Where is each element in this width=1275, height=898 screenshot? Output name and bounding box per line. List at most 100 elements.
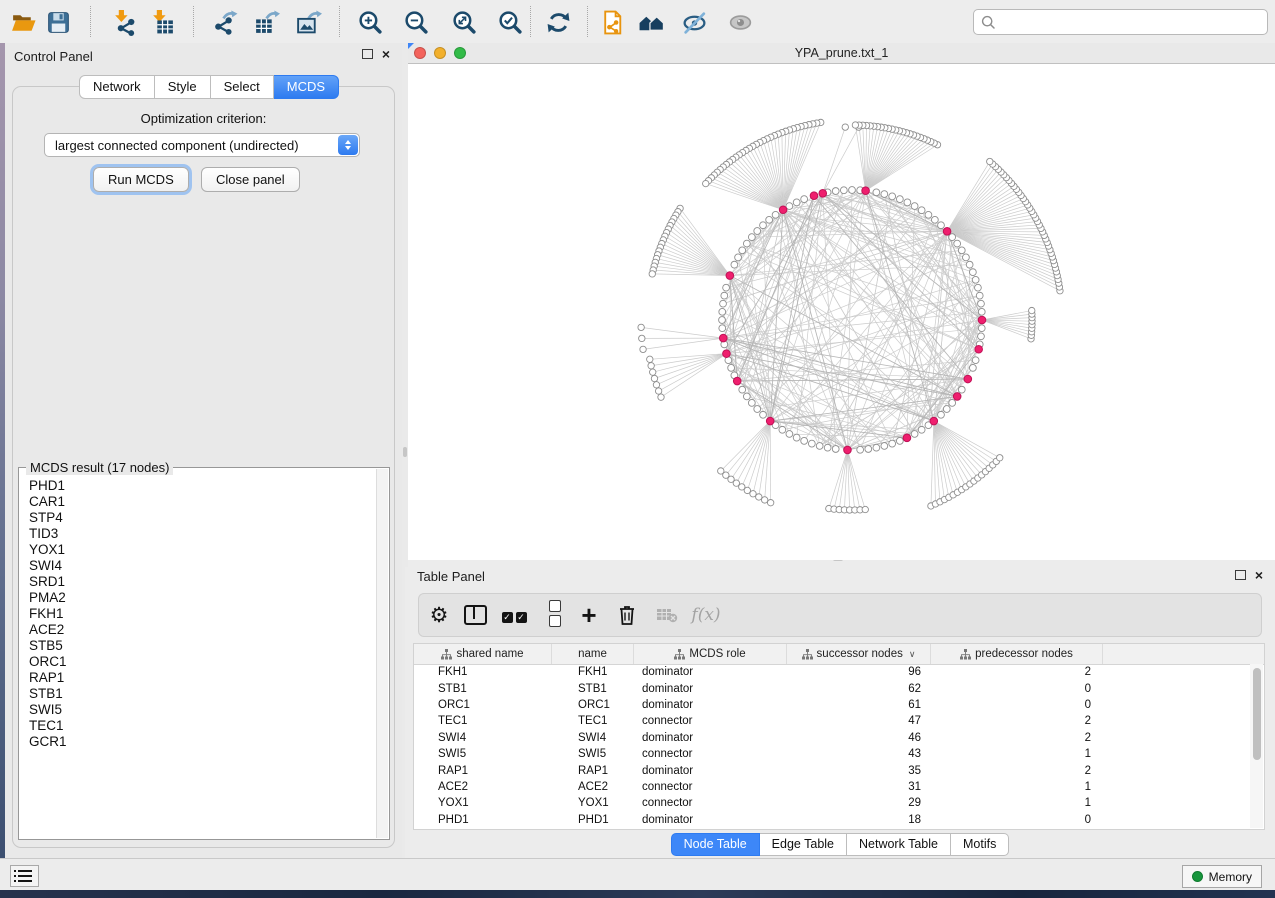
- table-row[interactable]: ACE2ACE2connector311: [414, 779, 1264, 795]
- float-panel-icon[interactable]: [362, 49, 373, 59]
- table-cell: 1: [931, 795, 1103, 811]
- add-column-button[interactable]: +: [577, 594, 601, 636]
- table-cell: 2: [931, 713, 1103, 729]
- table-row[interactable]: SWI5SWI5connector431: [414, 746, 1264, 762]
- table-row[interactable]: TEC1TEC1connector472: [414, 713, 1264, 729]
- column-header-successor-nodes[interactable]: successor nodes∨: [787, 644, 931, 664]
- search-icon: [981, 15, 996, 30]
- run-mcds-button[interactable]: Run MCDS: [93, 167, 189, 192]
- table-cell: PHD1: [552, 812, 634, 828]
- first-neighbors-button[interactable]: [637, 7, 667, 37]
- mcds-result-item[interactable]: ACE2: [29, 622, 376, 638]
- mcds-result-item[interactable]: GCR1: [29, 734, 376, 750]
- close-panel-icon[interactable]: ×: [1255, 570, 1263, 580]
- open-session-button[interactable]: [9, 7, 39, 37]
- tab-mcds[interactable]: MCDS: [274, 75, 339, 99]
- tab-motifs[interactable]: Motifs: [951, 833, 1009, 856]
- zoom-fit-button[interactable]: [450, 7, 480, 37]
- table-cell: SWI4: [414, 730, 552, 746]
- column-header-predecessor-nodes[interactable]: predecessor nodes: [931, 644, 1103, 664]
- mcds-result-item[interactable]: TEC1: [29, 718, 376, 734]
- table-cell: YOX1: [414, 795, 552, 811]
- select-all-button[interactable]: ✓✓: [499, 594, 529, 636]
- tab-network[interactable]: Network: [79, 75, 155, 99]
- mcds-result-item[interactable]: SRD1: [29, 574, 376, 590]
- show-all-button[interactable]: [726, 7, 756, 37]
- tab-edge-table[interactable]: Edge Table: [760, 833, 847, 856]
- tab-network-table[interactable]: Network Table: [847, 833, 951, 856]
- deselect-all-button[interactable]: [540, 594, 570, 636]
- column-type-icon: [441, 649, 452, 660]
- mcds-result-item[interactable]: YOX1: [29, 542, 376, 558]
- column-header-label: name: [578, 648, 607, 660]
- export-table-button[interactable]: [252, 7, 282, 37]
- toolbar-separator: [90, 6, 91, 37]
- mcds-result-item[interactable]: PMA2: [29, 590, 376, 606]
- table-row[interactable]: PHD1PHD1dominator180: [414, 812, 1264, 828]
- mcds-result-item[interactable]: FKH1: [29, 606, 376, 622]
- unchecked-boxes-icon: [540, 600, 570, 630]
- criterion-dropdown[interactable]: largest connected component (undirected): [44, 133, 360, 157]
- delete-column-button[interactable]: [614, 594, 640, 636]
- mcds-result-item[interactable]: STB5: [29, 638, 376, 654]
- table-row[interactable]: YOX1YOX1connector291: [414, 795, 1264, 811]
- task-history-button[interactable]: [10, 865, 39, 887]
- mcds-result-item[interactable]: ORC1: [29, 654, 376, 670]
- network-canvas[interactable]: [408, 63, 1275, 560]
- hide-selected-button[interactable]: [680, 7, 710, 37]
- network-from-selection-button[interactable]: [598, 7, 628, 37]
- zoom-in-icon: [357, 9, 384, 36]
- mcds-result-item[interactable]: TID3: [29, 526, 376, 542]
- tab-select[interactable]: Select: [211, 75, 274, 99]
- mcds-result-item[interactable]: CAR1: [29, 494, 376, 510]
- mcds-result-item[interactable]: SWI5: [29, 702, 376, 718]
- mcds-result-item[interactable]: PHD1: [29, 478, 376, 494]
- column-header-name[interactable]: name: [552, 644, 634, 664]
- table-scrollbar[interactable]: [1250, 664, 1263, 828]
- save-session-button[interactable]: [44, 7, 74, 37]
- export-network-button[interactable]: [210, 7, 240, 37]
- zoom-out-button[interactable]: [402, 7, 432, 37]
- zoom-selected-button[interactable]: [496, 7, 526, 37]
- table-row[interactable]: RAP1RAP1dominator352: [414, 762, 1264, 778]
- table-scrollbar-thumb[interactable]: [1253, 668, 1261, 760]
- column-type-icon: [802, 649, 813, 660]
- tab-style[interactable]: Style: [155, 75, 211, 99]
- fx-icon: f(x): [691, 605, 720, 625]
- table-cell: 18: [787, 812, 931, 828]
- mcds-result-list: PHD1CAR1STP4TID3YOX1SWI4SRD1PMA2FKH1ACE2…: [20, 472, 376, 838]
- open-folder-icon: [10, 9, 37, 36]
- tab-node-table[interactable]: Node Table: [671, 833, 760, 856]
- close-panel-button[interactable]: Close panel: [201, 167, 300, 192]
- export-image-button[interactable]: [294, 7, 324, 37]
- mcds-list-scrollbar[interactable]: [376, 469, 388, 838]
- table-row[interactable]: STB1STB1dominator620: [414, 680, 1264, 696]
- apply-layout-button[interactable]: [544, 7, 574, 37]
- mcds-result-item[interactable]: STP4: [29, 510, 376, 526]
- memory-button[interactable]: Memory: [1182, 865, 1262, 888]
- mcds-result-item[interactable]: STB1: [29, 686, 376, 702]
- column-visibility-button[interactable]: [462, 594, 488, 636]
- network-frame-titlebar[interactable]: YPA_prune.txt_1: [408, 43, 1275, 64]
- table-cell: PHD1: [414, 812, 552, 828]
- export-network-icon: [211, 9, 238, 36]
- search-input[interactable]: [996, 12, 1267, 32]
- table-cell: ORC1: [552, 697, 634, 713]
- column-header-shared-name[interactable]: shared name: [414, 644, 552, 664]
- table-row[interactable]: ORC1ORC1dominator610: [414, 697, 1264, 713]
- vertical-splitter-handle[interactable]: [403, 447, 407, 457]
- table-cell: STB1: [552, 680, 634, 696]
- close-panel-icon[interactable]: ×: [382, 49, 390, 59]
- table-settings-button[interactable]: ⚙: [427, 594, 451, 636]
- zoom-in-button[interactable]: [356, 7, 386, 37]
- column-header-MCDS-role[interactable]: MCDS role: [634, 644, 787, 664]
- table-cell: SWI5: [552, 746, 634, 762]
- table-cell: FKH1: [414, 664, 552, 680]
- table-row[interactable]: SWI4SWI4dominator462: [414, 730, 1264, 746]
- mcds-result-item[interactable]: SWI4: [29, 558, 376, 574]
- import-network-button[interactable]: [110, 7, 140, 37]
- mcds-result-item[interactable]: RAP1: [29, 670, 376, 686]
- import-table-button[interactable]: [148, 7, 178, 37]
- float-panel-icon[interactable]: [1235, 570, 1246, 580]
- table-row[interactable]: FKH1FKH1dominator962: [414, 664, 1264, 680]
